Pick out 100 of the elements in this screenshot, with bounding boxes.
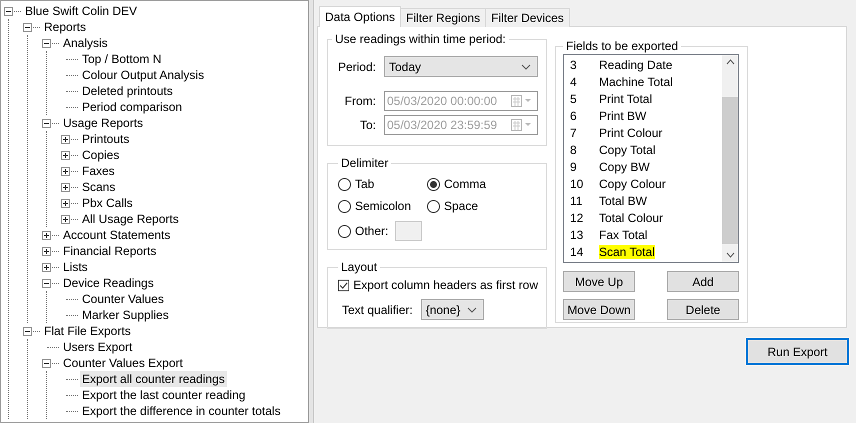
tree-item[interactable]: Top / Bottom N: [80, 51, 164, 67]
tab[interactable]: Filter Regions: [400, 8, 486, 27]
field-name[interactable]: Reading Date: [599, 58, 672, 72]
chevron-down-icon[interactable]: [726, 252, 734, 258]
tree-item[interactable]: Lists: [61, 259, 90, 275]
field-name[interactable]: Print Colour: [599, 126, 662, 140]
tree-item[interactable]: Reports: [42, 19, 88, 35]
expand-icon[interactable]: [42, 246, 51, 256]
tree-item[interactable]: Copies: [80, 147, 122, 163]
field-name[interactable]: Total BW: [599, 194, 648, 208]
collapse-icon[interactable]: [23, 326, 32, 336]
chevron-up-icon[interactable]: [726, 59, 734, 65]
tree-item[interactable]: All Usage Reports: [80, 211, 181, 227]
field-label: To:: [358, 118, 376, 132]
field-label: Period:: [336, 60, 376, 74]
group-title: Use readings within time period:: [334, 32, 507, 46]
input-field[interactable]: [395, 221, 422, 241]
field-number: 14: [570, 244, 584, 258]
field-number: 8: [570, 142, 578, 156]
field-number: 6: [570, 108, 578, 122]
field-name[interactable]: Copy Colour: [599, 176, 666, 190]
expand-icon[interactable]: [61, 150, 70, 160]
qualifier-dropdown[interactable]: {none}: [420, 299, 484, 320]
collapse-icon[interactable]: [4, 6, 13, 16]
tree-item[interactable]: Deleted printouts: [80, 83, 175, 99]
checkbox-label: Export column headers as first row: [353, 278, 538, 292]
expand-icon[interactable]: [61, 166, 70, 176]
list-button[interactable]: Delete: [667, 299, 739, 320]
tree-item[interactable]: Blue Swift Colin DEV: [23, 3, 140, 19]
collapse-icon[interactable]: [42, 358, 51, 368]
field-name[interactable]: Print BW: [599, 108, 646, 122]
expand-icon[interactable]: [61, 214, 70, 224]
tree-item[interactable]: Marker Supplies: [80, 307, 171, 323]
radio-button[interactable]: [338, 178, 351, 190]
tree-item[interactable]: Export all counter readings: [80, 371, 227, 387]
tree-item[interactable]: Printouts: [80, 131, 132, 147]
field-number: 4: [570, 74, 578, 88]
option-label: Tab: [355, 177, 374, 191]
option-label: Semicolon: [355, 199, 412, 213]
tab[interactable]: Data Options: [319, 6, 402, 27]
tree-item[interactable]: Counter Values Export: [61, 355, 185, 371]
collapse-icon[interactable]: [42, 118, 51, 128]
radio-button[interactable]: [338, 224, 351, 238]
tree-item[interactable]: Scans: [80, 179, 118, 195]
tree-item[interactable]: Counter Values: [80, 291, 166, 307]
radio-button[interactable]: [338, 200, 351, 212]
tree-item[interactable]: Export the difference in counter totals: [80, 403, 283, 419]
tree-item[interactable]: Pbx Calls: [80, 195, 135, 211]
option-label: Comma: [444, 177, 486, 191]
tree-item[interactable]: Period comparison: [80, 99, 184, 115]
option-label: Space: [444, 199, 478, 213]
group-title: Layout: [340, 260, 378, 274]
list-button[interactable]: Add: [667, 271, 739, 292]
field-number: 7: [570, 126, 578, 140]
collapse-icon[interactable]: [42, 278, 51, 288]
collapse-icon[interactable]: [42, 38, 51, 48]
field-number: 5: [570, 92, 578, 106]
expand-icon[interactable]: [42, 230, 51, 240]
field-name[interactable]: Fax Total: [599, 228, 648, 242]
tree-item[interactable]: Faxes: [80, 163, 117, 179]
expand-icon[interactable]: [61, 134, 70, 144]
scrollbar[interactable]: [722, 55, 738, 262]
list-button[interactable]: Move Up: [563, 271, 635, 292]
tree-item[interactable]: Device Readings: [61, 275, 156, 291]
list-button[interactable]: Move Down: [563, 299, 635, 320]
tree-item[interactable]: Analysis: [61, 35, 110, 51]
period-dropdown[interactable]: Today: [384, 56, 538, 77]
field-name[interactable]: Copy BW: [599, 160, 650, 174]
tab[interactable]: Filter Devices: [485, 8, 570, 27]
field-name[interactable]: Scan Total: [599, 244, 655, 258]
run-export-button[interactable]: Run Export: [746, 338, 849, 365]
group-title: Delimiter: [340, 156, 390, 170]
option-label: Other:: [355, 224, 388, 238]
calendar-icon: [511, 119, 533, 131]
expand-icon[interactable]: [61, 198, 70, 208]
tree-item[interactable]: Users Export: [61, 339, 134, 355]
chevron-down-icon: [466, 306, 477, 312]
group-title: Fields to be exported: [565, 39, 680, 53]
tree-item[interactable]: Financial Reports: [61, 243, 158, 259]
field-number: 11: [570, 194, 584, 208]
calendar-icon: [511, 95, 533, 107]
expand-icon[interactable]: [61, 182, 70, 192]
field-number: 3: [570, 58, 578, 72]
radio-button[interactable]: [427, 178, 440, 190]
tree-item[interactable]: Colour Output Analysis: [80, 67, 206, 83]
tree-item[interactable]: Export the last counter reading: [80, 387, 248, 403]
tree-item[interactable]: Account Statements: [61, 227, 172, 243]
field-name[interactable]: Machine Total: [599, 74, 673, 88]
chevron-down-icon: [521, 64, 531, 70]
field-name[interactable]: Total Colour: [599, 210, 664, 224]
tree-item[interactable]: Usage Reports: [61, 115, 146, 131]
field-name[interactable]: Copy Total: [599, 142, 656, 156]
radio-button[interactable]: [427, 200, 440, 212]
field-name[interactable]: Print Total: [599, 92, 652, 106]
collapse-icon[interactable]: [23, 22, 32, 32]
expand-icon[interactable]: [42, 262, 51, 272]
checkbox[interactable]: [338, 278, 350, 292]
field-label: From:: [344, 94, 376, 108]
tree-item[interactable]: Flat File Exports: [42, 323, 133, 339]
field-number: 13: [570, 228, 584, 242]
